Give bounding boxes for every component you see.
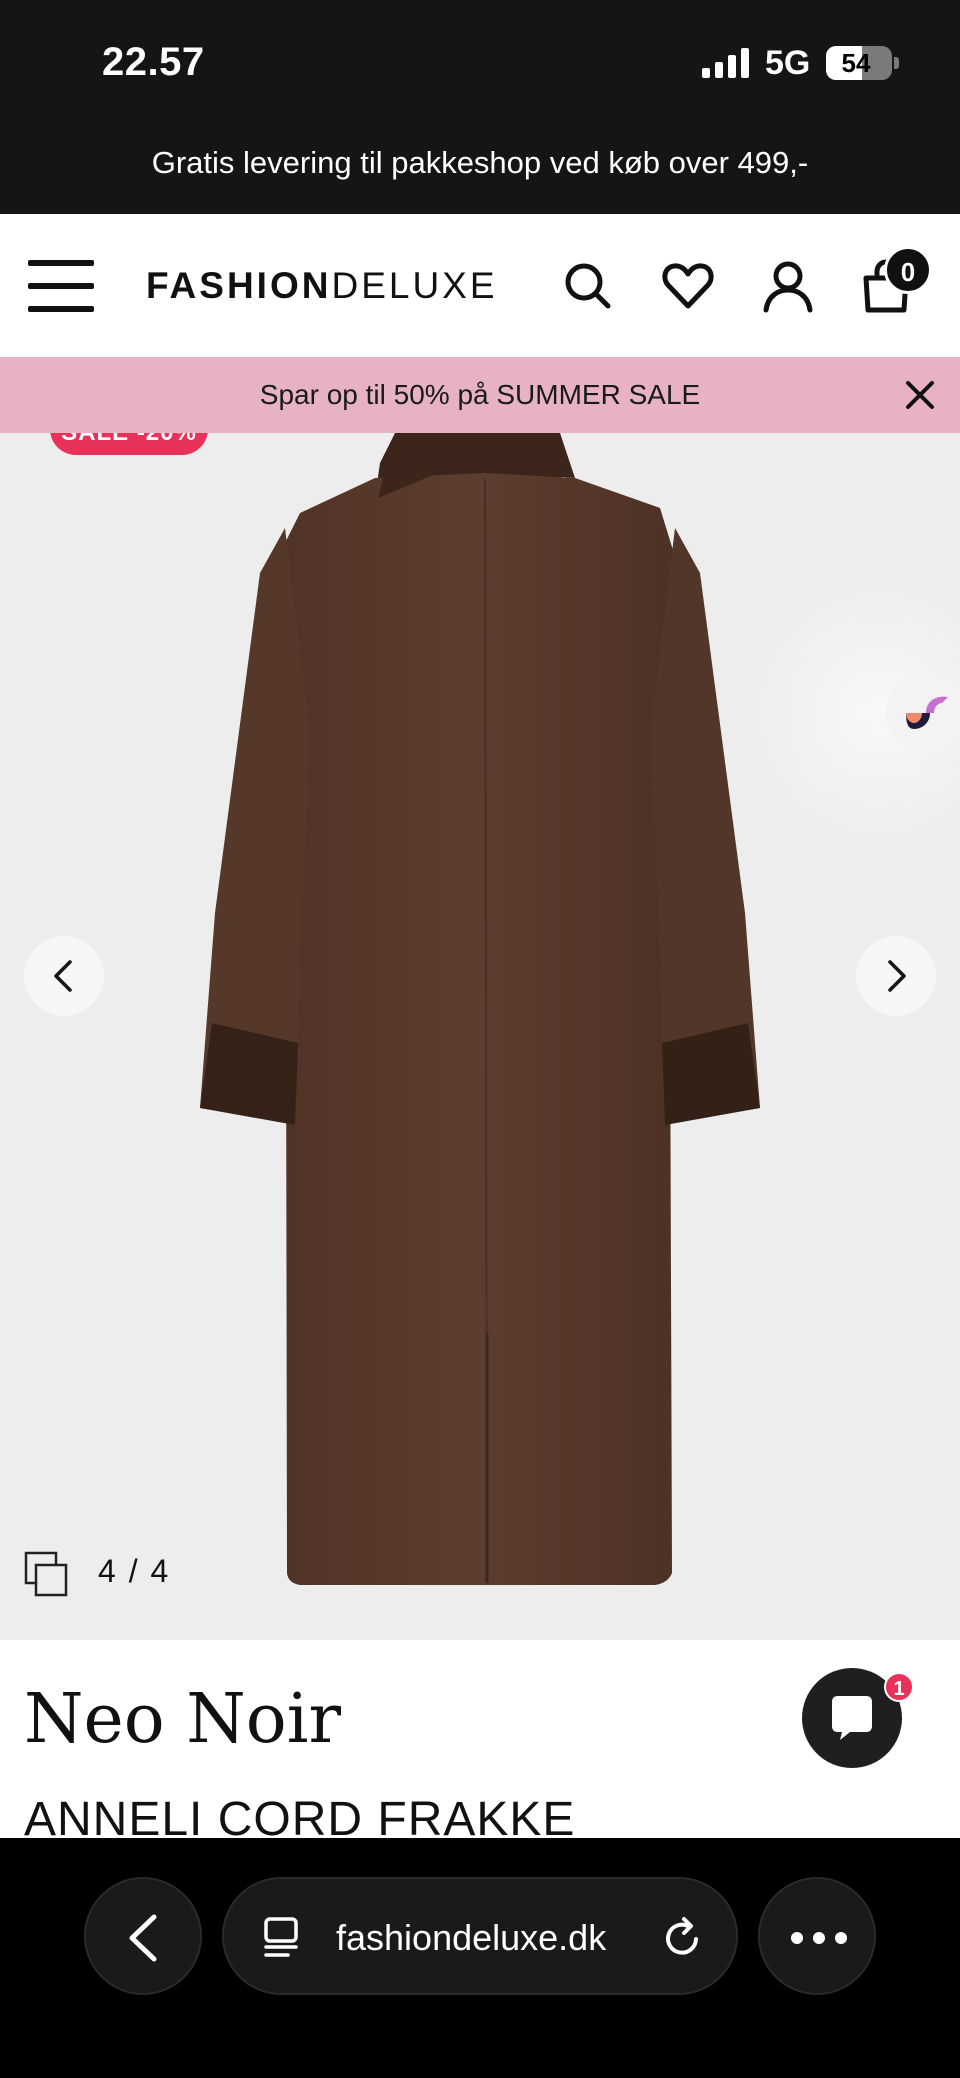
browser-back-button[interactable] — [84, 1877, 202, 1995]
bird-icon — [906, 696, 948, 729]
shipping-banner: Gratis levering til pakkeshop ved køb ov… — [0, 125, 960, 214]
close-icon[interactable] — [902, 377, 938, 413]
browser-toolbar: fashiondeluxe.dk — [0, 1838, 960, 2078]
chevron-left-icon — [54, 960, 72, 992]
menu-button[interactable] — [28, 260, 94, 312]
chevron-right-icon — [888, 960, 906, 992]
wishlist-bird-button[interactable] — [886, 673, 960, 753]
status-time: 22.57 — [102, 40, 205, 84]
cart-count-badge: 0 — [884, 246, 932, 294]
more-icon — [791, 1932, 847, 1944]
network-type: 5G — [765, 44, 811, 82]
site-logo[interactable]: FASHIONDELUXE — [146, 264, 498, 308]
battery-icon: 54 — [826, 46, 892, 80]
logo-light: DELUXE — [331, 265, 498, 306]
status-bar: 22.57 5G 54 — [0, 0, 960, 125]
site-header: FASHIONDELUXE 0 — [0, 214, 960, 357]
signal-icon — [702, 48, 749, 78]
product-gallery[interactable]: SALE -20% 4 / 4 — [0, 433, 960, 1640]
reload-icon[interactable] — [658, 1913, 708, 1963]
promo-bar[interactable]: Spar op til 50% på SUMMER SALE — [0, 357, 960, 433]
image-counter: 4 / 4 — [98, 1553, 171, 1589]
product-brand[interactable]: Neo Noir — [24, 1680, 341, 1759]
user-icon[interactable] — [760, 258, 816, 314]
logo-bold: FASHION — [146, 265, 332, 306]
prev-image-button[interactable] — [24, 936, 104, 1016]
promo-text: Spar op til 50% på SUMMER SALE — [259, 379, 701, 410]
product-name: ANNELI CORD FRAKKE — [24, 1793, 576, 1838]
browser-more-button[interactable] — [758, 1877, 876, 1995]
search-icon[interactable] — [560, 258, 616, 314]
page-icon — [264, 1917, 298, 1957]
gallery-icon — [24, 1551, 68, 1597]
address-bar[interactable]: fashiondeluxe.dk — [222, 1877, 738, 1995]
battery-tip — [894, 57, 899, 69]
heart-icon[interactable] — [660, 258, 716, 314]
product-info: Neo Noir ANNELI CORD FRAKKE 1 — [0, 1640, 960, 1838]
battery-level: 54 — [841, 48, 871, 78]
sale-badge: SALE -20% — [50, 433, 208, 455]
back-icon — [129, 1914, 157, 1962]
next-image-button[interactable] — [856, 936, 936, 1016]
url-text: fashiondeluxe.dk — [336, 1917, 607, 1958]
chat-badge: 1 — [884, 1672, 914, 1702]
product-image — [200, 433, 960, 1585]
